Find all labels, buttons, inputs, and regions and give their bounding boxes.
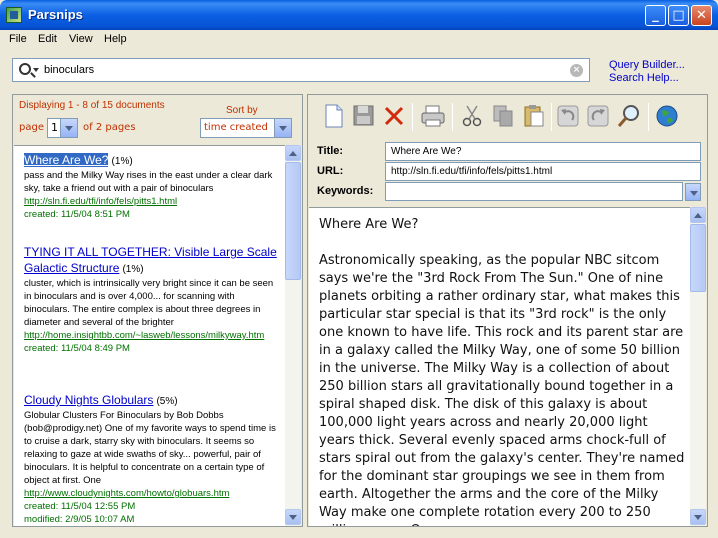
results-list: Where Are We? (1%) pass and the Milky Wa…	[14, 145, 286, 526]
menu-bar: File Edit View Help	[0, 30, 718, 50]
result-snippet: pass and the Milky Way rises in the east…	[24, 170, 273, 194]
result-score: (1%)	[111, 156, 133, 167]
scroll-thumb[interactable]	[285, 162, 301, 280]
toolbar-separator	[648, 103, 649, 131]
result-title[interactable]: Where Are We?	[24, 153, 109, 167]
menu-view[interactable]: View	[69, 33, 93, 45]
results-scrollbar[interactable]	[285, 145, 301, 526]
toolbar-separator	[551, 103, 552, 131]
chevron-down-icon[interactable]	[33, 68, 39, 72]
delete-icon[interactable]	[382, 103, 406, 129]
clear-search-icon[interactable]: ×	[570, 64, 583, 77]
find-icon[interactable]	[616, 103, 640, 129]
result-url[interactable]: http://home.insightbb.com/~lasweb/lesson…	[24, 329, 280, 342]
title-bar: Parsnips _ □ ✕	[0, 0, 718, 30]
result-snippet: Globular Clusters For Binoculars by Bob …	[24, 410, 276, 486]
copy-icon[interactable]	[491, 103, 515, 129]
search-icon[interactable]	[19, 63, 31, 75]
redo-icon[interactable]	[586, 103, 610, 129]
paste-icon[interactable]	[522, 103, 546, 129]
keywords-label: Keywords:	[317, 185, 374, 197]
url-field[interactable]: http://sln.fi.edu/tfi/info/fels/pitts1.h…	[385, 162, 701, 181]
result-score: (1%)	[122, 264, 144, 275]
document-viewer[interactable]: Where Are We? Astronomically speaking, a…	[309, 207, 690, 526]
page-label: page	[19, 122, 44, 133]
sort-by-label: Sort by	[226, 105, 258, 116]
toolbar	[308, 95, 707, 137]
results-panel: Displaying 1 - 8 of 15 documents Sort by…	[12, 94, 303, 527]
result-url[interactable]: http://www.cloudynights.com/howto/globua…	[24, 487, 280, 500]
result-created: created: 11/5/04 12:55 PM	[24, 501, 136, 512]
sort-select[interactable]: time created	[200, 118, 292, 138]
menu-edit[interactable]: Edit	[38, 33, 57, 45]
list-item[interactable]: Where Are We? (1%) pass and the Milky Wa…	[24, 152, 280, 221]
title-field[interactable]: Where Are We?	[385, 142, 701, 161]
scroll-up-button[interactable]	[690, 207, 706, 223]
close-button[interactable]: ✕	[691, 5, 712, 26]
save-icon[interactable]	[351, 103, 375, 129]
url-label: URL:	[317, 165, 344, 177]
web-globe-icon[interactable]	[654, 103, 678, 129]
scroll-thumb[interactable]	[690, 224, 706, 292]
page-count: of 2 pages	[83, 122, 136, 133]
result-title[interactable]: Cloudy Nights Globulars	[24, 393, 153, 407]
chevron-down-icon[interactable]	[60, 119, 77, 137]
result-url[interactable]: http://sln.fi.edu/tfi/info/fels/pitts1.h…	[24, 195, 280, 208]
scroll-up-button[interactable]	[285, 145, 301, 161]
new-document-icon[interactable]	[322, 103, 346, 129]
menu-help[interactable]: Help	[104, 33, 127, 45]
menu-file[interactable]: File	[9, 33, 27, 45]
chevron-down-icon[interactable]	[274, 119, 291, 137]
sort-select-value: time created	[204, 122, 268, 133]
maximize-button[interactable]: □	[668, 5, 689, 26]
result-score: (5%)	[156, 396, 178, 407]
list-item[interactable]: TYING IT ALL TOGETHER: Visible Large Sca…	[24, 244, 280, 355]
toolbar-separator	[412, 103, 413, 131]
page-select[interactable]: 1	[47, 118, 78, 138]
app-icon	[6, 7, 22, 23]
document-body: Where Are We? Astronomically speaking, a…	[319, 217, 685, 526]
search-input[interactable]: binoculars ×	[12, 58, 590, 82]
document-panel: Title: Where Are We? URL: http://sln.fi.…	[307, 94, 708, 527]
results-count: Displaying 1 - 8 of 15 documents	[19, 100, 165, 111]
query-builder-link[interactable]: Query Builder...	[609, 59, 685, 71]
scroll-down-button[interactable]	[285, 509, 301, 525]
cut-icon[interactable]	[460, 103, 484, 129]
result-modified: modified: 2/9/05 10:07 AM	[24, 514, 135, 525]
scroll-down-button[interactable]	[690, 509, 706, 525]
result-title[interactable]: TYING IT ALL TOGETHER: Visible Large Sca…	[24, 245, 277, 275]
result-snippet: cluster, which is intrinsically very bri…	[24, 278, 274, 328]
print-icon[interactable]	[420, 103, 445, 129]
result-created: created: 11/5/04 8:49 PM	[24, 343, 130, 354]
keywords-dropdown-button[interactable]	[685, 183, 701, 201]
toolbar-separator	[452, 103, 453, 131]
undo-icon[interactable]	[556, 103, 580, 129]
minimize-button[interactable]: _	[645, 5, 666, 26]
page-select-value: 1	[51, 121, 58, 134]
keywords-field[interactable]	[385, 182, 683, 201]
result-created: created: 11/5/04 8:51 PM	[24, 209, 130, 220]
list-item[interactable]: Cloudy Nights Globulars (5%) Globular Cl…	[24, 392, 280, 526]
window-title: Parsnips	[28, 7, 83, 22]
document-scrollbar[interactable]	[690, 207, 706, 526]
results-header: Displaying 1 - 8 of 15 documents Sort by…	[13, 95, 302, 145]
search-value[interactable]: binoculars	[44, 64, 94, 76]
search-help-link[interactable]: Search Help...	[609, 72, 679, 84]
title-label: Title:	[317, 145, 344, 157]
